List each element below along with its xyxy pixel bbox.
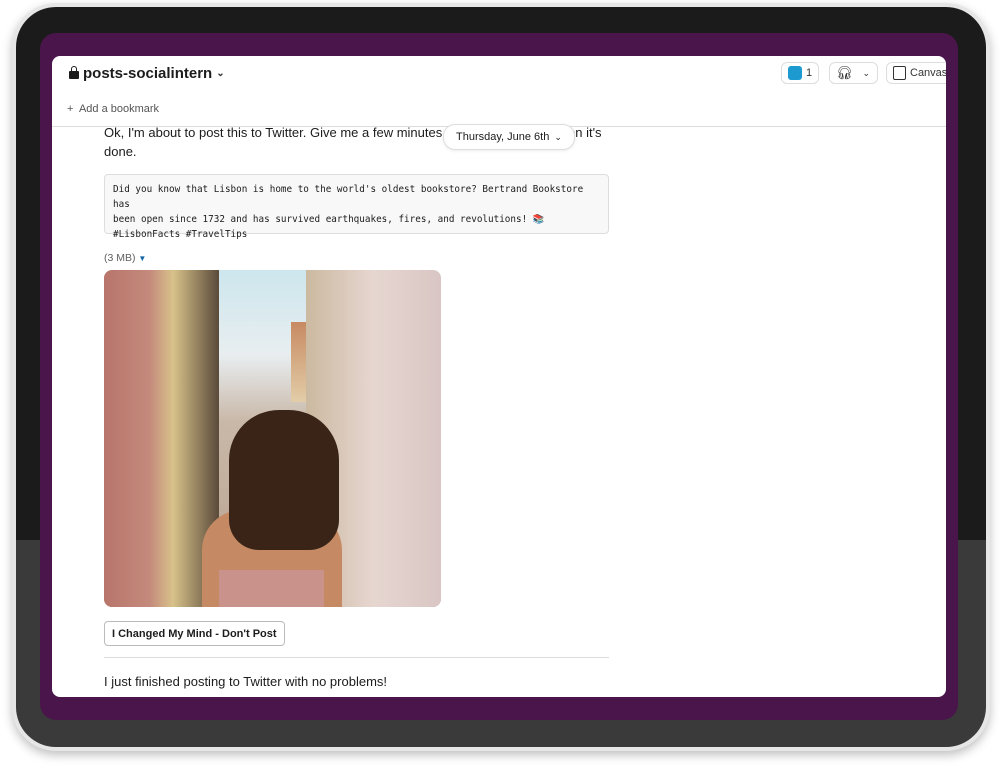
attachment-size-toggle[interactable]: (3 MB) ▼ (104, 252, 146, 264)
dont-post-button[interactable]: I Changed My Mind - Don't Post (104, 621, 285, 646)
chevron-down-icon: ⌄ (862, 67, 871, 78)
chevron-down-icon: ⌄ (554, 131, 562, 142)
photo-hair (229, 410, 339, 550)
canvas-button[interactable]: Canvas (886, 62, 946, 84)
lock-icon (69, 66, 79, 79)
date-divider-button[interactable]: Thursday, June 6th ⌄ (443, 124, 575, 150)
channel-title[interactable]: posts-socialintern ⌄ (69, 65, 225, 82)
message-divider (104, 657, 609, 658)
canvas-icon (893, 66, 906, 80)
chevron-down-icon: ⌄ (216, 68, 225, 79)
message-text-line2: done. (104, 144, 137, 159)
attachment-size: (3 MB) (104, 252, 136, 264)
member-avatar-icon (788, 66, 802, 80)
code-block: Did you know that Lisbon is home to the … (104, 174, 609, 240)
headphones-icon: 🎧︎ (836, 65, 853, 80)
canvas-label: Canvas (910, 67, 946, 79)
date-label: Thursday, June 6th (456, 131, 550, 143)
channel-header: posts-socialintern ⌄ 1 🎧︎ ⌄ Canvas + Add… (52, 56, 946, 127)
message-text: I just finished posting to Twitter with … (104, 674, 388, 689)
huddle-button[interactable]: 🎧︎ ⌄ (829, 62, 878, 84)
attached-photo[interactable] (104, 270, 441, 607)
photo-dress (219, 570, 324, 607)
add-bookmark-button[interactable]: + Add a bookmark (67, 103, 159, 115)
plus-icon: + (67, 103, 77, 115)
message-text: Ok, I'm about to post this to Twitter. G… (104, 125, 453, 140)
message-text-start: Ok, I'm about to post this to Twitter. G… (104, 125, 454, 140)
members-count: 1 (806, 67, 813, 79)
channel-panel: posts-socialintern ⌄ 1 🎧︎ ⌄ Canvas + Add… (52, 56, 946, 697)
add-bookmark-label: Add a bookmark (78, 103, 160, 115)
caret-down-icon: ▼ (138, 254, 147, 263)
channel-name: posts-socialintern (83, 65, 213, 82)
members-button[interactable]: 1 (781, 62, 820, 84)
